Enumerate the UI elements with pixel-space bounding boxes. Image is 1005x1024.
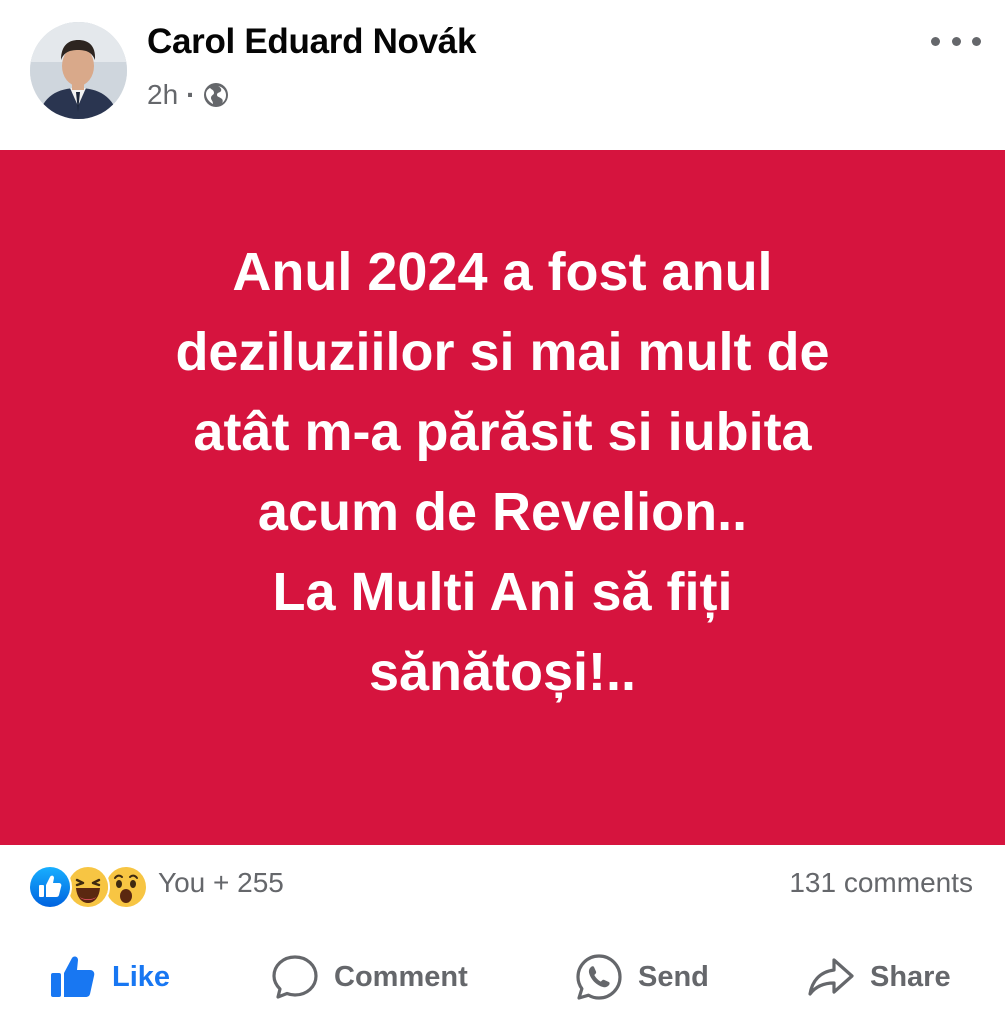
share-arrow-icon xyxy=(806,952,856,1002)
reaction-count[interactable]: You + 255 xyxy=(158,867,284,899)
share-button[interactable]: Share xyxy=(806,952,951,1002)
post-meta: 2h · xyxy=(147,78,229,112)
haha-reaction-icon xyxy=(66,865,110,909)
post-text-line: deziluziilor si mai mult de xyxy=(175,321,830,382)
post-text-line: atât m-a părăsit si iubita xyxy=(193,401,812,462)
share-label: Share xyxy=(870,960,951,993)
post-timestamp[interactable]: 2h xyxy=(147,79,178,111)
post-text-line: acum de Revelion.. xyxy=(257,481,748,542)
send-label: Send xyxy=(638,960,709,993)
post-text-line: Anul 2024 a fost anul xyxy=(232,241,773,302)
post-text-line: La Multi Ani să fiți xyxy=(272,561,733,622)
post-text-card[interactable]: Anul 2024 a fost anul deziluziilor si ma… xyxy=(0,150,1005,845)
avatar[interactable] xyxy=(30,22,127,119)
post-text: Anul 2024 a fost anul deziluziilor si ma… xyxy=(73,232,933,712)
comment-label: Comment xyxy=(334,960,468,993)
comments-count[interactable]: 131 comments xyxy=(789,867,973,899)
more-dot xyxy=(951,36,961,46)
like-label: Like xyxy=(112,960,171,993)
whatsapp-icon xyxy=(574,952,624,1002)
wow-reaction-icon xyxy=(104,865,148,909)
comment-button[interactable]: Comment xyxy=(270,952,468,1002)
globe-icon xyxy=(203,82,229,108)
post-text-line: sănătoși!.. xyxy=(368,641,637,702)
reaction-icons[interactable] xyxy=(28,865,152,909)
like-button[interactable]: Like xyxy=(48,952,170,1002)
more-horizontal-icon xyxy=(931,36,940,46)
thumbs-up-icon xyxy=(48,952,98,1002)
more-options-button[interactable] xyxy=(931,26,981,56)
comment-icon xyxy=(270,952,320,1002)
facebook-post: Carol Eduard Novák 2h · Anul 2024 a fost… xyxy=(0,0,1005,1024)
send-button[interactable]: Send xyxy=(574,952,709,1002)
author-name[interactable]: Carol Eduard Novák xyxy=(147,22,476,62)
more-dot xyxy=(972,36,981,46)
post-action-bar: Like Comment Send Share xyxy=(0,930,1005,1024)
like-reaction-icon xyxy=(28,865,72,909)
reactions-summary: You + 255 131 comments xyxy=(0,845,1005,930)
post-header: Carol Eduard Novák 2h · xyxy=(0,0,1005,150)
meta-separator: · xyxy=(186,79,196,110)
